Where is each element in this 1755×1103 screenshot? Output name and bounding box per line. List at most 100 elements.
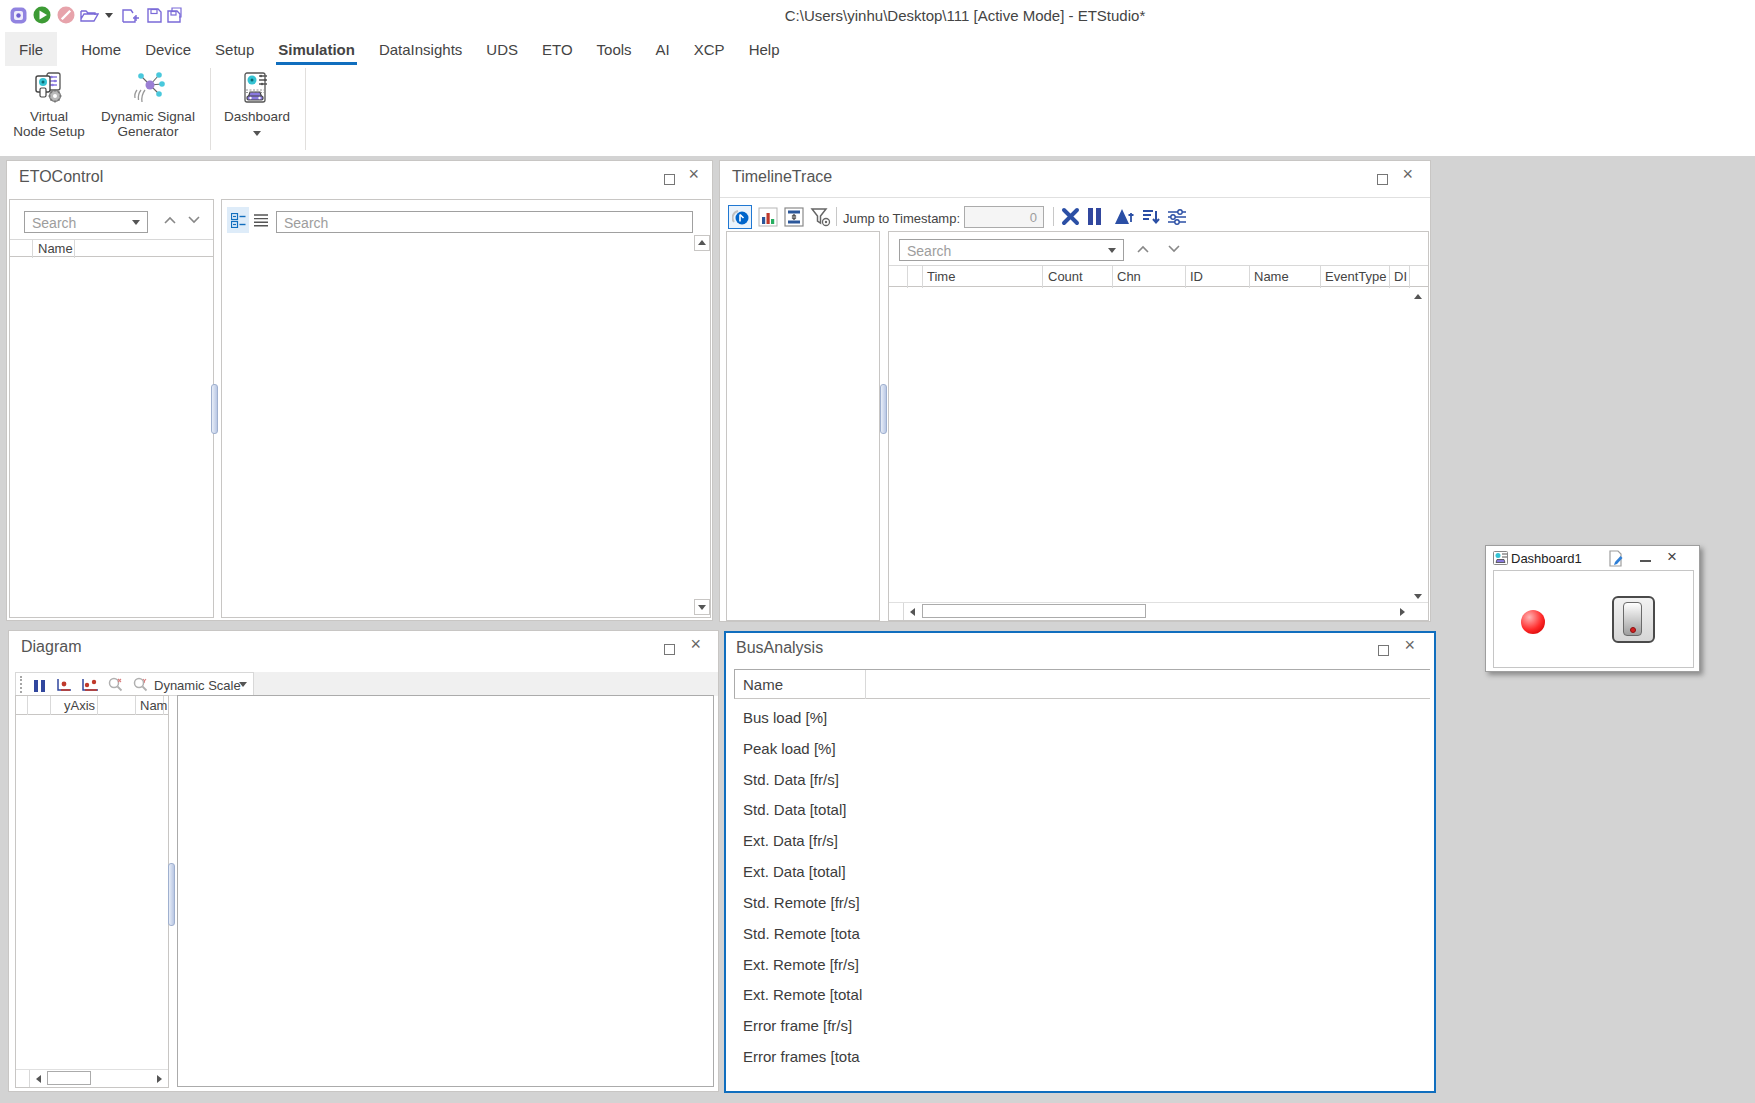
etocontrol-column-name[interactable]: Name xyxy=(38,241,73,256)
busanalysis-column-name[interactable]: Name xyxy=(743,676,783,693)
trace-hscroll-right-button[interactable] xyxy=(1395,605,1408,618)
busanalysis-row[interactable]: Ext. Data [fr/s] xyxy=(734,826,1430,857)
etocontrol-splitter[interactable] xyxy=(211,384,218,434)
save-as-button[interactable] xyxy=(167,7,185,23)
column-yaxis[interactable]: yAxis xyxy=(64,698,95,713)
tab-datainsights[interactable]: DataInsights xyxy=(379,41,462,58)
fit-rows-icon[interactable] xyxy=(784,207,804,227)
open-folder-dropdown-caret[interactable] xyxy=(105,13,113,18)
axis-range-icon[interactable] xyxy=(81,678,99,692)
tab-setup[interactable]: Setup xyxy=(215,41,254,58)
zoom-y-icon[interactable] xyxy=(133,677,148,692)
etocontrol-close-button[interactable]: × xyxy=(688,165,699,183)
busanalysis-row[interactable]: Bus load [%] xyxy=(734,703,1430,734)
toolbar-grip[interactable] xyxy=(20,676,23,693)
stop-button[interactable] xyxy=(57,6,75,24)
busanalysis-row[interactable]: Ext. Data [total] xyxy=(734,857,1430,888)
virtual-node-setup-button[interactable]: Virtual Node Setup xyxy=(10,67,88,139)
busanalysis-maximize-button[interactable] xyxy=(1378,645,1389,656)
tree-view-toggle[interactable] xyxy=(227,207,249,233)
dashboard1-minimize-button[interactable] xyxy=(1640,560,1651,562)
diagram-hscroll-left-button[interactable] xyxy=(33,1072,46,1085)
diagram-hscroll-thumb[interactable] xyxy=(47,1071,91,1085)
diagram-maximize-button[interactable] xyxy=(664,644,675,655)
diagram-splitter[interactable] xyxy=(168,863,175,926)
dashboard1-edit-icon[interactable] xyxy=(1608,550,1623,567)
dynamic-signal-generator-button[interactable]: Dynamic Signal Generator xyxy=(99,67,197,139)
filter-icon[interactable] xyxy=(809,206,832,229)
trace-search-next-button[interactable] xyxy=(1167,244,1181,254)
busanalysis-row[interactable]: Ext. Remote [total xyxy=(734,980,1430,1011)
diagram-hscroll-right-button[interactable] xyxy=(152,1072,165,1085)
trace-scrollbar-up-button[interactable] xyxy=(1410,289,1427,305)
tab-file[interactable]: File xyxy=(5,32,57,66)
tab-help[interactable]: Help xyxy=(749,41,780,58)
busanalysis-row[interactable]: Std. Data [total] xyxy=(734,795,1430,826)
timelinetrace-search-combobox[interactable]: Search xyxy=(899,239,1124,261)
follow-mode-toggle[interactable] xyxy=(728,205,752,229)
tab-home[interactable]: Home xyxy=(81,41,121,58)
scale-mode-caret[interactable] xyxy=(239,682,247,687)
axis-marker-icon[interactable] xyxy=(56,678,72,692)
list-view-icon[interactable] xyxy=(253,213,269,227)
busanalysis-row[interactable]: Ext. Remote [fr/s] xyxy=(734,950,1430,981)
scale-mode-label[interactable]: Dynamic Scale xyxy=(154,678,241,693)
column-chn[interactable]: Chn xyxy=(1117,269,1141,284)
save-button[interactable] xyxy=(147,8,162,23)
clear-trace-icon[interactable] xyxy=(1061,207,1080,226)
trace-hscroll-thumb[interactable] xyxy=(922,604,1146,618)
column-name[interactable]: Name xyxy=(1254,269,1289,284)
etocontrol-tree-search-input[interactable]: Search xyxy=(276,211,693,233)
column-eventtype[interactable]: EventType xyxy=(1325,269,1386,284)
tab-device[interactable]: Device xyxy=(145,41,191,58)
timelinetrace-splitter[interactable] xyxy=(880,384,887,434)
start-button[interactable] xyxy=(33,6,51,24)
zoom-x-icon[interactable] xyxy=(108,677,123,692)
etocontrol-search-combobox[interactable]: Search xyxy=(24,211,148,233)
tab-ai[interactable]: AI xyxy=(656,41,670,58)
scrollbar-down-button[interactable] xyxy=(694,599,710,615)
tab-tools[interactable]: Tools xyxy=(597,41,632,58)
tab-xcp[interactable]: XCP xyxy=(694,41,725,58)
busanalysis-close-button[interactable]: × xyxy=(1404,636,1415,654)
busanalysis-row[interactable]: Std. Remote [tota xyxy=(734,919,1430,950)
busanalysis-row[interactable]: Std. Data [fr/s] xyxy=(734,765,1430,796)
search-prev-button[interactable] xyxy=(163,215,177,225)
busanalysis-row[interactable]: Peak load [%] xyxy=(734,734,1430,765)
column-id[interactable]: ID xyxy=(1190,269,1203,284)
new-file-button[interactable] xyxy=(122,8,140,23)
column-count[interactable]: Count xyxy=(1048,269,1083,284)
trigger-icon[interactable] xyxy=(1114,207,1136,226)
trace-hscroll-left-button[interactable] xyxy=(907,605,920,618)
scrollbar-up-button[interactable] xyxy=(694,235,710,251)
toggle-switch[interactable] xyxy=(1612,596,1655,643)
title-bar: C:\Users\yinhu\Desktop\111 [Active Mode]… xyxy=(0,0,1755,31)
sort-icon[interactable] xyxy=(1141,207,1161,226)
dashboard1-close-button[interactable]: × xyxy=(1667,547,1677,567)
led-indicator[interactable] xyxy=(1521,610,1545,634)
busanalysis-row[interactable]: Std. Remote [fr/s] xyxy=(734,888,1430,919)
open-folder-button[interactable] xyxy=(80,8,99,23)
dashboard1-window-title: Dashboard1 xyxy=(1511,551,1582,566)
pause-trace-icon[interactable] xyxy=(1088,208,1104,229)
diagram-close-button[interactable]: × xyxy=(690,635,701,653)
settings-sliders-icon[interactable] xyxy=(1167,207,1188,226)
diagram-pause-icon[interactable] xyxy=(34,678,48,696)
tab-uds[interactable]: UDS xyxy=(486,41,518,58)
etocontrol-maximize-button[interactable] xyxy=(664,174,675,185)
tab-simulation[interactable]: Simulation xyxy=(278,41,355,58)
statistics-icon[interactable] xyxy=(758,207,778,227)
dashboard-button[interactable]: Dashboard xyxy=(217,67,297,139)
tab-eto[interactable]: ETO xyxy=(542,41,573,58)
column-di[interactable]: DI xyxy=(1394,269,1407,284)
timelinetrace-close-button[interactable]: × xyxy=(1402,165,1413,183)
jump-to-timestamp-input[interactable]: 0 xyxy=(964,206,1044,228)
column-nam[interactable]: Nam xyxy=(140,698,167,713)
trace-search-prev-button[interactable] xyxy=(1136,244,1150,254)
busanalysis-row[interactable]: Error frames [tota xyxy=(734,1042,1430,1073)
search-next-button[interactable] xyxy=(187,215,201,225)
column-time[interactable]: Time xyxy=(927,269,955,284)
dynamic-signal-generator-label-line1: Dynamic Signal xyxy=(101,109,195,124)
busanalysis-row[interactable]: Error frame [fr/s] xyxy=(734,1011,1430,1042)
timelinetrace-maximize-button[interactable] xyxy=(1377,174,1388,185)
